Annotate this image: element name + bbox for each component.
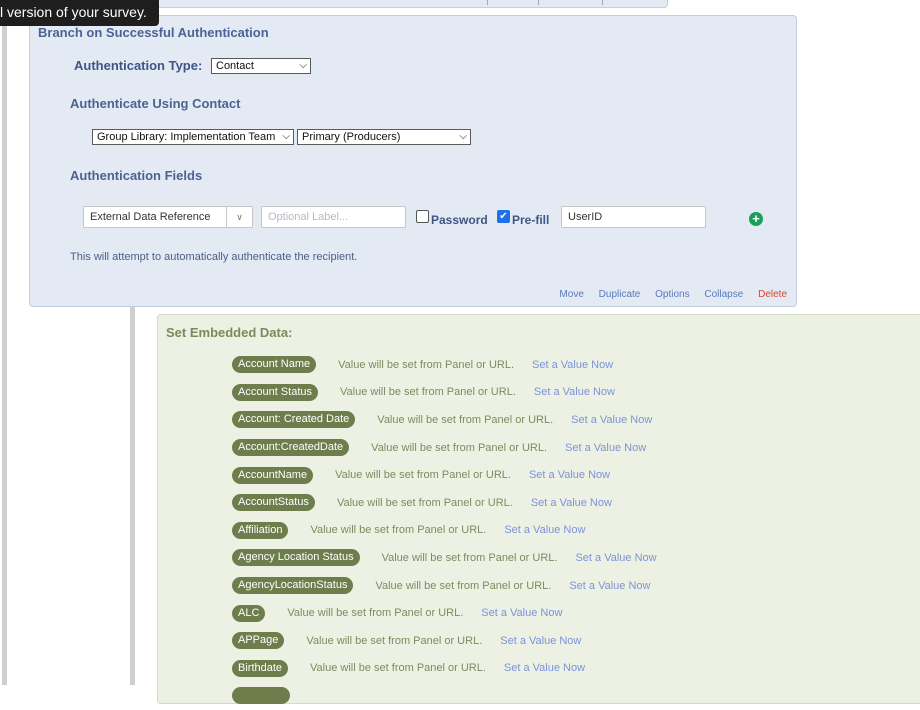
password-checkbox[interactable] <box>416 210 429 223</box>
previous-flow-block <box>110 0 668 8</box>
options-link[interactable]: Options <box>655 289 689 300</box>
embedded-data-list: Account Name Value will be set from Panel… <box>232 351 657 710</box>
value-description: Value will be set from Panel or URL. <box>287 607 464 620</box>
set-value-now-link[interactable]: Set a Value Now <box>571 414 652 426</box>
field-name-pill[interactable]: AccountStatus <box>232 494 315 512</box>
move-link[interactable]: Move <box>559 289 583 300</box>
auth-type-select[interactable]: Contact ⌵ <box>211 58 311 74</box>
value-description: Value will be set from Panel or URL. <box>310 524 487 537</box>
field-type-value: External Data Reference <box>90 211 211 223</box>
field-name-pill[interactable]: Account Name <box>232 356 317 374</box>
field-value-input[interactable] <box>561 206 706 228</box>
field-name-pill[interactable]: APPage <box>232 632 285 650</box>
set-value-now-link[interactable]: Set a Value Now <box>529 469 610 481</box>
divider <box>487 0 488 5</box>
embedded-data-row <box>232 682 657 710</box>
set-value-now-link[interactable]: Set a Value Now <box>531 497 612 509</box>
auth-type-label: Authentication Type: <box>74 58 203 73</box>
chevron-down-icon: ⌵ <box>299 60 307 71</box>
library-select[interactable]: Group Library: Implementation Team ⌵ <box>92 129 294 145</box>
value-description: Value will be set from Panel or URL. <box>310 662 486 675</box>
block-title: Set Embedded Data: <box>166 325 293 340</box>
set-value-now-link[interactable]: Set a Value Now <box>500 635 581 647</box>
optional-label-input[interactable] <box>261 206 406 228</box>
embedded-data-row: Account Status Value will be set from Pan… <box>232 379 657 407</box>
chevron-down-icon: ⌵ <box>282 131 290 142</box>
set-value-now-link[interactable]: Set a Value Now <box>504 662 585 674</box>
embedded-data-row: AccountStatus Value will be set from Pane… <box>232 489 657 517</box>
embedded-data-row: Agency Location Status Value will be set … <box>232 544 657 572</box>
field-name-pill[interactable]: AgencyLocationStatus <box>232 577 354 595</box>
field-name-pill[interactable]: Affiliation <box>232 521 289 539</box>
embedded-data-row: AccountName Value will be set from Panel … <box>232 461 657 489</box>
duplicate-link[interactable]: Duplicate <box>599 289 641 300</box>
collapse-link[interactable]: Collapse <box>704 289 743 300</box>
prefill-label: Pre-fill <box>512 213 550 227</box>
library-value: Group Library: Implementation Team <box>97 131 276 143</box>
block-actions: Move Duplicate Options Collapse Delete <box>547 289 787 300</box>
embedded-data-row: APPage Value will be set from Panel or UR… <box>232 627 657 655</box>
prefill-checkbox[interactable]: ✔ <box>497 210 510 223</box>
set-value-now-link[interactable]: Set a Value Now <box>565 442 646 454</box>
embedded-data-row: Birthdate Value will be set from Panel or… <box>232 655 657 683</box>
auth-note: This will attempt to automatically authe… <box>70 251 358 263</box>
divider <box>602 0 603 5</box>
field-name-pill[interactable]: ALC <box>232 604 266 622</box>
flow-rail-outer <box>2 0 7 685</box>
embedded-data-row: Account Name Value will be set from Panel… <box>232 351 657 379</box>
field-type-select[interactable]: External Data Reference ∨ <box>83 206 253 228</box>
field-name-pill[interactable]: Account:CreatedDate <box>232 439 350 457</box>
password-label: Password <box>431 213 488 227</box>
value-description: Value will be set from Panel or URL. <box>375 579 552 592</box>
chevron-down-icon[interactable]: ∨ <box>226 207 252 227</box>
field-name-pill[interactable]: Account: Created Date <box>232 411 356 429</box>
tooltip: l version of your survey. <box>0 0 159 26</box>
value-description: Value will be set from Panel or URL. <box>340 386 516 399</box>
set-value-now-link[interactable]: Set a Value Now <box>532 359 613 371</box>
embedded-data-row: Affiliation Value will be set from Panel … <box>232 517 657 545</box>
delete-link[interactable]: Delete <box>758 289 787 300</box>
block-title: Branch on Successful Authentication <box>38 25 269 40</box>
value-description: Value will be set from Panel or URL. <box>381 551 558 564</box>
set-value-now-link[interactable]: Set a Value Now <box>575 552 656 564</box>
set-value-now-link[interactable]: Set a Value Now <box>569 580 650 592</box>
field-name-pill[interactable]: Account Status <box>232 383 318 401</box>
divider <box>538 0 539 5</box>
flow-rail-inner <box>130 307 135 685</box>
chevron-down-icon: ⌵ <box>459 131 467 142</box>
value-description: Value will be set from Panel or URL. <box>335 469 511 482</box>
embedded-data-row: AgencyLocationStatus Value will be set fr… <box>232 572 657 600</box>
embedded-data-row: Account:CreatedDate Value will be set fro… <box>232 434 657 462</box>
value-description: Value will be set from Panel or URL. <box>377 413 554 426</box>
embedded-data-row: ALC Value will be set from Panel or URL. S… <box>232 599 657 627</box>
value-description: Value will be set from Panel or URL. <box>338 358 515 371</box>
set-value-now-link[interactable]: Set a Value Now <box>481 607 562 619</box>
field-name-pill[interactable] <box>232 687 290 705</box>
value-description: Value will be set from Panel or URL. <box>306 634 483 647</box>
field-name-pill[interactable]: Agency Location Status <box>232 549 360 567</box>
value-description: Value will be set from Panel or URL. <box>371 441 548 454</box>
value-description: Value will be set from Panel or URL. <box>336 496 513 509</box>
auth-type-value: Contact <box>216 60 254 72</box>
field-name-pill[interactable]: Birthdate <box>232 659 289 677</box>
embedded-data-row: Account: Created Date Value will be set f… <box>232 406 657 434</box>
fields-heading: Authentication Fields <box>70 168 203 183</box>
contact-list-value: Primary (Producers) <box>302 131 401 143</box>
field-name-pill[interactable]: AccountName <box>232 466 314 484</box>
using-contact-heading: Authenticate Using Contact <box>70 96 241 111</box>
embedded-data-block: Set Embedded Data: Account Name Value wil… <box>157 314 920 705</box>
set-value-now-link[interactable]: Set a Value Now <box>504 524 585 536</box>
set-value-now-link[interactable]: Set a Value Now <box>534 386 615 398</box>
contact-list-select[interactable]: Primary (Producers) ⌵ <box>297 129 471 145</box>
plus-circle-icon[interactable]: + <box>749 212 763 226</box>
authenticator-block: Branch on Successful Authentication Auth… <box>29 15 797 307</box>
